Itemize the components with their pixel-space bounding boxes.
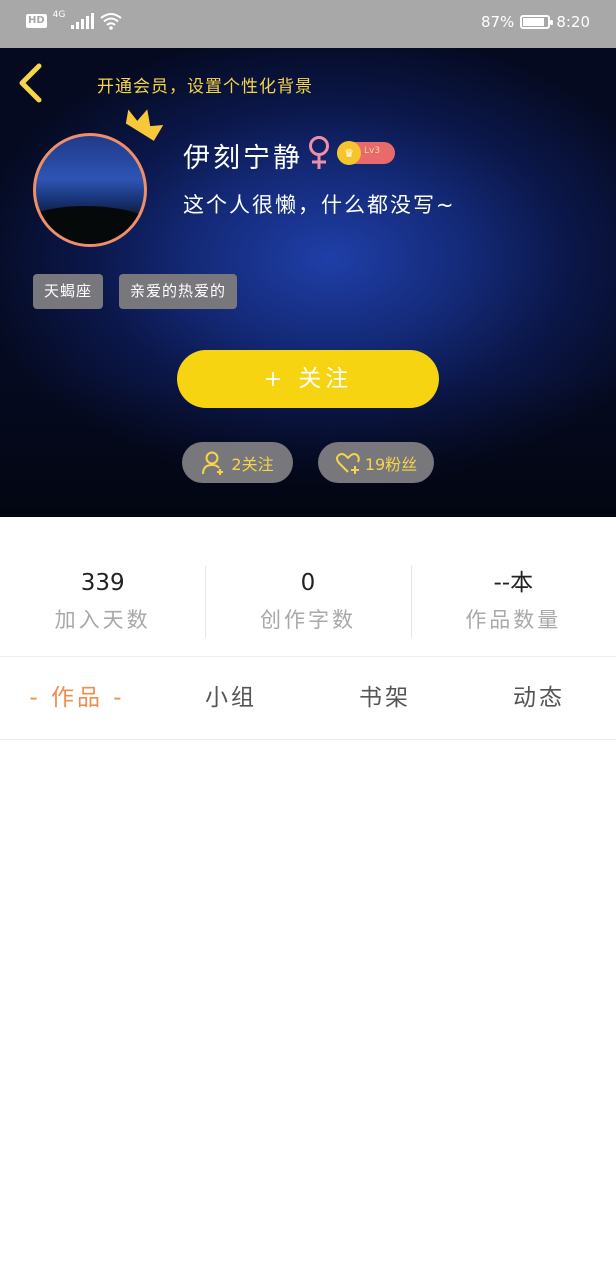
stat-label: 加入天数 [54, 608, 151, 632]
heart-plus-icon [335, 452, 360, 474]
level-badge: ♛ Lv3 [337, 141, 395, 165]
battery-icon [520, 15, 554, 29]
bio-text: 这个人很懒，什么都没写~ [183, 193, 456, 217]
battery-percent: 87% [480, 13, 515, 31]
wifi-icon [100, 13, 122, 30]
fans-count-button[interactable]: 19粉丝 [318, 442, 434, 483]
plus-icon: + [263, 367, 287, 392]
avatar-container[interactable] [33, 109, 164, 247]
tag-item[interactable]: 亲爱的热爱的 [119, 274, 238, 309]
crown-medal-icon: ♛ [337, 141, 361, 165]
tab-works[interactable]: - 作品 - [0, 657, 154, 739]
stat-label: 作品数量 [465, 608, 562, 632]
status-bar: HD 4G 87% 8:20 [0, 0, 616, 48]
stat-works-count: --本 作品数量 [410, 560, 616, 640]
signal-icon [71, 13, 95, 29]
hd-indicator: HD [26, 14, 47, 28]
female-icon [309, 136, 329, 169]
stat-word-count: 0 创作字数 [205, 560, 410, 640]
stat-value: 339 [80, 570, 125, 596]
status-right: 87% 8:20 [481, 13, 590, 31]
status-left: HD 4G [26, 9, 122, 30]
profile-tabs: - 作品 - 小组 书架 动态 [0, 656, 616, 740]
follow-label: 关注 [298, 366, 353, 392]
following-count-button[interactable]: 2关注 [182, 442, 293, 483]
stat-join-days: 339 加入天数 [0, 560, 205, 640]
stat-value: 0 [300, 570, 316, 596]
stat-label: 创作字数 [259, 608, 356, 632]
username: 伊刻宁静 [183, 143, 303, 174]
level-text: Lv3 [364, 146, 381, 156]
vip-promo-link[interactable]: 开通会员，设置个性化背景 [97, 72, 313, 97]
tab-bookshelf[interactable]: 书架 [308, 657, 462, 739]
tag-list: 天蝎座 亲爱的热爱的 [33, 274, 238, 309]
profile-header: 开通会员，设置个性化背景 伊刻宁静 ♛ Lv3 这个人很懒，什么都没写~ 天蝎座… [0, 48, 616, 517]
stats-row: 339 加入天数 0 创作字数 --本 作品数量 [0, 560, 616, 640]
follow-button[interactable]: + 关注 [177, 350, 439, 408]
back-icon[interactable] [14, 62, 50, 104]
tag-item[interactable]: 天蝎座 [33, 274, 104, 309]
fans-label: 19粉丝 [364, 454, 418, 474]
add-user-icon [202, 451, 224, 475]
crown-icon [125, 109, 164, 141]
network-type: 4G [52, 9, 66, 20]
following-label: 2关注 [231, 454, 274, 474]
clock: 8:20 [556, 13, 590, 31]
tab-content-area [0, 741, 616, 1280]
tab-activity[interactable]: 动态 [462, 657, 616, 739]
stat-value: --本 [493, 570, 534, 596]
tab-groups[interactable]: 小组 [154, 657, 308, 739]
